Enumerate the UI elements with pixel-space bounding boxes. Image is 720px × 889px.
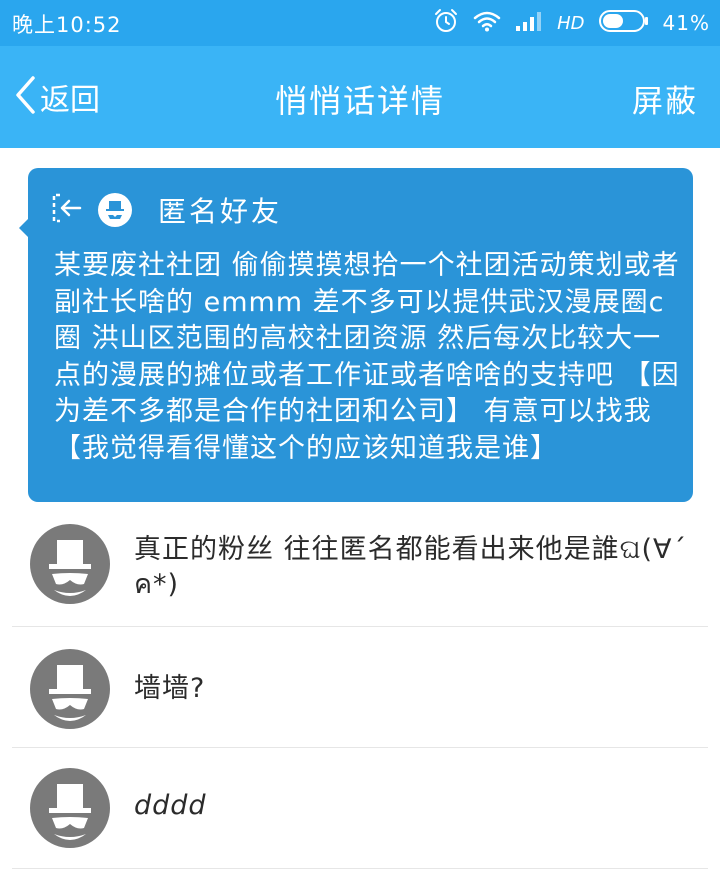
status-bar: 晚上10:52 HD 41% xyxy=(0,0,720,46)
exit-icon[interactable] xyxy=(50,191,84,229)
battery-percent: 41% xyxy=(662,11,710,35)
anonymous-avatar-icon xyxy=(30,768,110,848)
bubble-tail xyxy=(19,218,29,238)
whisper-post: 匿名好友 某要废社社团 偷偷摸摸想拾一个社团活动策划或者副社长啥的 emmm 差… xyxy=(19,168,693,502)
status-icons: HD 41% xyxy=(419,8,710,38)
comment-item[interactable]: dddd xyxy=(0,748,720,868)
divider xyxy=(12,868,708,869)
wifi-icon xyxy=(473,10,501,36)
post-content: 某要废社社团 偷偷摸摸想拾一个社团活动策划或者副社长啥的 emmm 差不多可以提… xyxy=(54,250,680,464)
comment-text: 墙墙? xyxy=(134,673,206,704)
battery-icon xyxy=(598,9,649,37)
alarm-icon xyxy=(433,8,459,38)
network-type: HD xyxy=(557,12,585,34)
signal-icon xyxy=(515,11,543,35)
post-header: 匿名好友 xyxy=(50,190,282,230)
comment-text: 真正的粉丝 往往匿名都能看出来他是誰ଘ(∀ˊ ค*) xyxy=(134,534,688,600)
anonymous-avatar-icon xyxy=(98,193,132,227)
comment-item[interactable]: 真正的粉丝 往往匿名都能看出来他是誰ଘ(∀ˊ ค*) xyxy=(0,518,720,626)
anonymous-avatar-icon xyxy=(30,524,110,604)
status-time: 晚上10:52 xyxy=(12,13,122,37)
comment-text: dddd xyxy=(134,790,207,821)
page-title: 悄悄话详情 xyxy=(274,82,445,120)
nav-bar: 返回 悄悄话详情 屏蔽 xyxy=(0,46,720,148)
post-author: 匿名好友 xyxy=(158,195,283,228)
block-button[interactable]: 屏蔽 xyxy=(632,76,698,121)
comment-item[interactable]: 墙墙? xyxy=(0,627,720,747)
anonymous-avatar-icon xyxy=(30,649,110,729)
